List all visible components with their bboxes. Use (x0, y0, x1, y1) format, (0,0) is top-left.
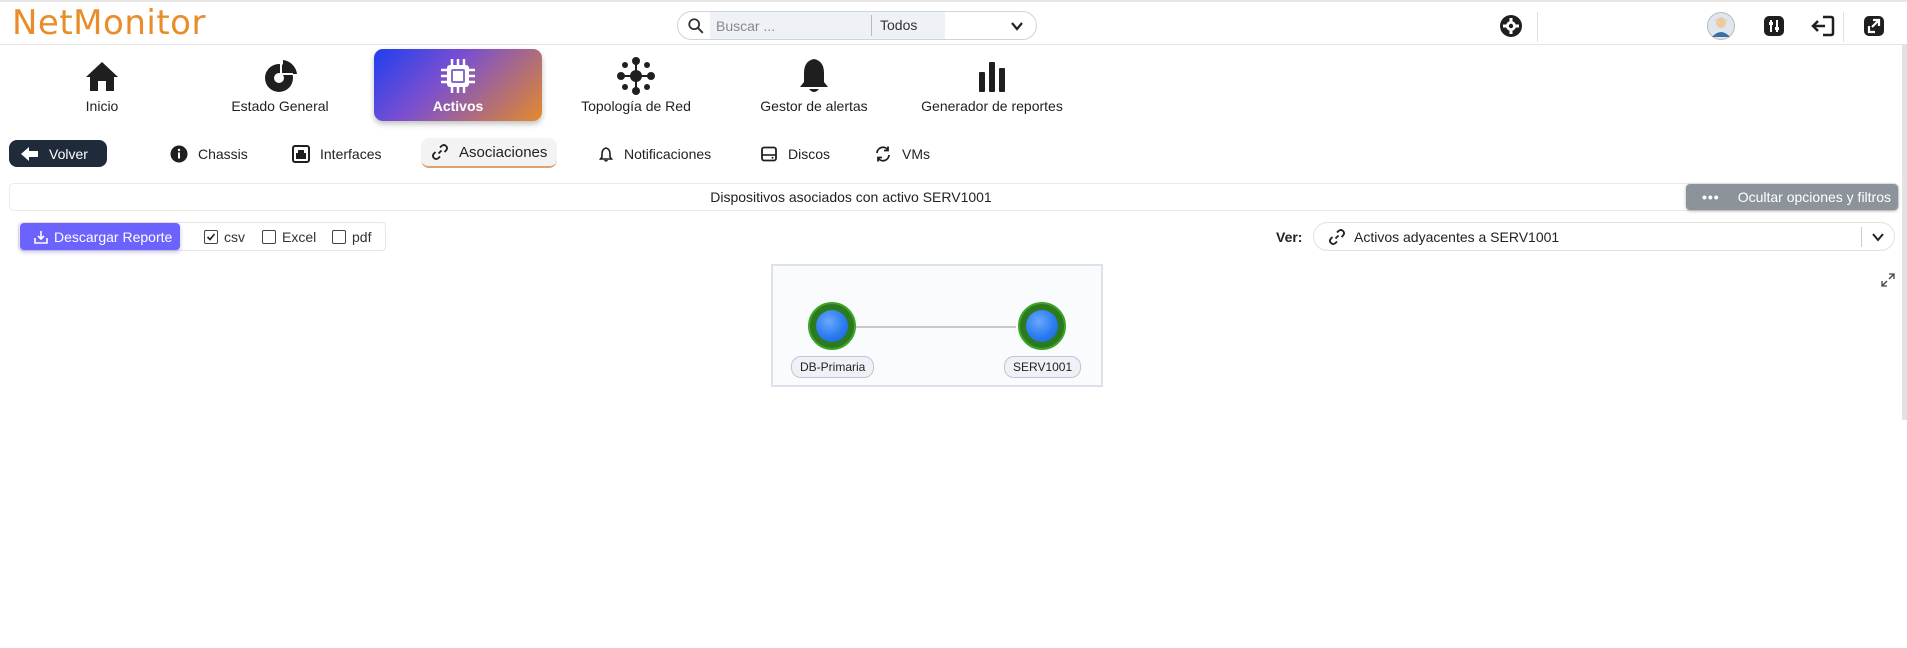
download-icon (34, 230, 48, 244)
hard-drive-icon (761, 146, 777, 162)
page-scrollbar[interactable] (1902, 44, 1907, 420)
search-icon (688, 18, 704, 34)
user-avatar[interactable] (1707, 12, 1735, 40)
nav-label: Topología de Red (581, 98, 691, 114)
avatar-icon (1707, 12, 1735, 40)
tab-label: VMs (902, 146, 930, 162)
nav-label: Generador de reportes (921, 98, 1063, 114)
graph-node[interactable] (808, 302, 856, 350)
gear-icon (1500, 15, 1522, 37)
bell-icon (800, 59, 828, 92)
refresh-icon (876, 146, 890, 162)
global-search: Todos (677, 11, 1037, 40)
network-icon (617, 57, 655, 95)
back-button[interactable]: Volver (9, 140, 107, 167)
checkbox-checked (204, 230, 218, 244)
format-label: csv (224, 229, 245, 245)
view-selected-value: Activos adyacentes a SERV1001 (1354, 228, 1560, 245)
header-divider (1537, 12, 1538, 42)
app-logo[interactable]: NetMonitor (12, 6, 206, 40)
select-divider (1861, 227, 1862, 247)
toggle-filters-label: Ocultar opciones y filtros (1737, 189, 1892, 205)
graph-node-label: SERV1001 (1004, 356, 1082, 378)
search-divider (871, 15, 872, 36)
view-label: Ver: (1276, 229, 1303, 245)
nav-generador-de-reportes[interactable]: Generador de reportes (908, 49, 1076, 121)
tab-chassis[interactable]: Chassis (170, 142, 248, 166)
nav-label: Activos (432, 98, 484, 114)
toggle-filters-button[interactable]: ••• Ocultar opciones y filtros (1686, 184, 1898, 210)
ethernet-port-icon (292, 145, 310, 163)
logout-icon (1811, 15, 1835, 37)
pie-chart-icon (265, 60, 297, 92)
tab-discos[interactable]: Discos (760, 142, 830, 166)
nav-topologia-de-red[interactable]: Topología de Red (552, 49, 720, 121)
nav-label: Estado General (231, 98, 329, 114)
tab-label: Notificaciones (624, 146, 712, 162)
tab-notificaciones[interactable]: Notificaciones (598, 142, 711, 166)
tab-label: Discos (788, 146, 831, 162)
nav-gestor-de-alertas[interactable]: Gestor de alertas (730, 49, 898, 121)
tab-vms[interactable]: VMs (874, 142, 930, 166)
home-icon (86, 62, 118, 91)
download-report-label: Descargar Reporte (54, 228, 173, 245)
sliders-icon (1764, 16, 1784, 36)
format-pdf-checkbox[interactable]: pdf (332, 229, 371, 245)
format-csv-checkbox[interactable]: csv (204, 229, 245, 245)
toggles-button[interactable] (1761, 13, 1787, 39)
ellipsis-icon: ••• (1702, 189, 1720, 205)
expand-icon[interactable] (1881, 273, 1895, 287)
nav-label: Gestor de alertas (760, 98, 868, 114)
nav-inicio[interactable]: Inicio (18, 49, 186, 121)
checkbox-unchecked (332, 230, 346, 244)
chip-icon (441, 59, 475, 93)
nav-activos[interactable]: Activos (374, 49, 542, 121)
logout-button[interactable] (1809, 13, 1835, 39)
tab-label: Asociaciones (459, 143, 548, 161)
info-icon (170, 145, 188, 163)
tab-label: Chassis (198, 146, 248, 162)
graph-node[interactable] (1018, 302, 1066, 350)
back-label: Volver (49, 145, 88, 162)
link-icon (1329, 228, 1345, 245)
link-icon (432, 144, 448, 160)
graph-edge (856, 326, 1016, 328)
graph-node-label: DB-Primaria (791, 356, 875, 378)
view-select[interactable]: Activos adyacentes a SERV1001 (1313, 222, 1895, 251)
nav-estado-general[interactable]: Estado General (196, 49, 364, 121)
nav-label: Inicio (85, 98, 119, 114)
association-graph[interactable]: DB-Primaria SERV1001 (771, 264, 1103, 387)
download-report-button[interactable]: Descargar Reporte (20, 223, 180, 250)
format-label: pdf (352, 229, 372, 245)
bar-chart-icon (979, 62, 1005, 92)
settings-gear-button[interactable] (1498, 13, 1524, 39)
header-divider (1843, 12, 1844, 42)
checkbox-unchecked (262, 230, 276, 244)
search-scope-value: Todos (880, 17, 918, 33)
arrow-left-icon (21, 146, 38, 161)
chevron-down-icon (1011, 22, 1023, 31)
switch-window-button[interactable] (1861, 13, 1887, 39)
search-scope-select[interactable]: Todos (880, 12, 1030, 39)
tab-asociaciones[interactable]: Asociaciones (421, 138, 558, 168)
tab-interfaces[interactable]: Interfaces (292, 142, 381, 166)
format-excel-checkbox[interactable]: Excel (262, 229, 316, 245)
bell-outline-icon (598, 147, 614, 162)
format-label: Excel (282, 229, 317, 245)
panel-title: Dispositivos asociados con activo SERV10… (710, 189, 992, 205)
swap-arrows-icon (1864, 16, 1884, 36)
chevron-down-icon (1872, 233, 1884, 242)
tab-label: Interfaces (320, 146, 382, 162)
